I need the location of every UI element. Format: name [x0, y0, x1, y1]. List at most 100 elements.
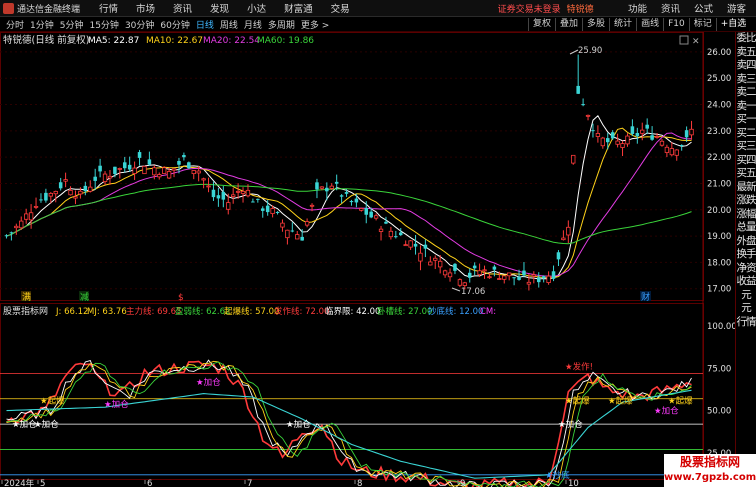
side-item[interactable]: 总量 [736, 221, 756, 235]
side-item[interactable]: 买二 [736, 127, 756, 141]
candle-body [53, 190, 58, 195]
price-tick-label: 17.00 [707, 285, 731, 295]
duogu-button[interactable]: 多股 [582, 18, 609, 31]
side-item[interactable]: 行情 [736, 316, 756, 330]
candle-body [630, 126, 635, 134]
menu-gongshi[interactable]: 公式 [694, 1, 713, 15]
candle-body [669, 148, 674, 156]
side-item[interactable]: 元 [736, 302, 756, 316]
candle-body [403, 244, 408, 247]
close-icon[interactable]: ✕ [692, 37, 700, 47]
event-marker-jian[interactable]: 减 [80, 291, 89, 303]
side-item[interactable]: 收益 [736, 275, 756, 289]
candle-body [270, 208, 275, 214]
date-tick-label: 5 [40, 479, 45, 487]
candle-body [315, 182, 319, 190]
notice-stock[interactable]: 特锐德 [567, 2, 594, 15]
menu-xiaoda[interactable]: 小达 [247, 1, 266, 15]
side-item[interactable]: 买五 [736, 167, 756, 181]
candle-body [354, 198, 359, 203]
candle-body [93, 176, 97, 181]
candle-body [546, 275, 551, 283]
candle-body [457, 279, 463, 286]
f10-button[interactable]: F10 [663, 18, 689, 31]
candle-body [507, 272, 512, 277]
fuquan-button[interactable]: 复权 [528, 18, 555, 31]
diejia-button[interactable]: 叠加 [555, 18, 582, 31]
ind-wocao-label: 卧槽线: 27.00 [377, 306, 432, 317]
date-tick-label: 8 [357, 479, 362, 487]
panel-controls[interactable]: ✕ [679, 35, 700, 47]
menu-hangqing[interactable]: 行情 [99, 1, 118, 15]
candlesticks [4, 54, 694, 291]
menu-caifutong[interactable]: 财富通 [284, 1, 313, 15]
menu-shichang[interactable]: 市场 [136, 1, 155, 15]
side-item[interactable]: 元 [736, 289, 756, 303]
side-item[interactable]: 换手 [736, 248, 756, 262]
menu-faxian[interactable]: 发现 [210, 1, 229, 15]
period-multi[interactable]: 多周期 [265, 18, 298, 31]
candle-body [423, 244, 428, 249]
candle-body [585, 114, 591, 117]
candle-body [235, 190, 241, 193]
side-item[interactable]: 涨幅 [736, 208, 756, 222]
menu-jiaoyi[interactable]: 交易 [331, 1, 350, 15]
period-monthly[interactable]: 月线 [241, 18, 265, 31]
period-more[interactable]: 更多 > [298, 18, 332, 31]
tongji-button[interactable]: 统计 [609, 18, 636, 31]
menu-zixun-right[interactable]: 资讯 [661, 1, 680, 15]
menu-zixun[interactable]: 资讯 [173, 1, 192, 15]
period-30min[interactable]: 30分钟 [122, 18, 157, 31]
side-item[interactable]: 委比 [736, 32, 756, 46]
signal-label: ★起爆 [668, 395, 693, 406]
period-60min[interactable]: 60分钟 [157, 18, 192, 31]
period-daily[interactable]: 日线 [193, 18, 217, 31]
date-tick-label: 6 [147, 479, 152, 487]
candle-body [300, 236, 304, 241]
date-tick-label: 10 [568, 479, 579, 487]
candle-body [659, 140, 665, 146]
candle-body [14, 225, 19, 229]
side-item[interactable]: 卖四 [736, 59, 756, 73]
signal-label: ★起爆 [608, 395, 633, 406]
side-item[interactable]: 净资 [736, 262, 756, 276]
menu-gongneng[interactable]: 功能 [628, 1, 647, 15]
side-item[interactable]: 卖一 [736, 100, 756, 114]
side-item[interactable]: 卖三 [736, 73, 756, 87]
side-item[interactable]: 买四 [736, 154, 756, 168]
huaxian-button[interactable]: 画线 [636, 18, 663, 31]
candle-body [147, 159, 152, 165]
main-panel-header: 特锐德(日线 前复权) MA5: 22.87 MA10: 22.67 MA20:… [3, 34, 314, 46]
period-weekly[interactable]: 周线 [217, 18, 241, 31]
ma20-line [6, 132, 692, 277]
ma60-label: MA60: 19.86 [257, 36, 314, 46]
maximize-icon[interactable] [679, 35, 689, 45]
kline-chart-area[interactable]: 特锐德(日线 前复权) MA5: 22.87 MA10: 22.67 MA20:… [0, 32, 735, 487]
candle-body [359, 208, 364, 211]
period-15min[interactable]: 15分钟 [86, 18, 121, 31]
side-item[interactable]: 最新 [736, 181, 756, 195]
candle-body [378, 228, 384, 232]
guest-user[interactable]: 游客 [727, 1, 746, 15]
site-watermark: 股票指标网 www.7gpzb.com [664, 454, 756, 487]
candle-body [394, 236, 398, 238]
side-item[interactable]: 买三 [736, 140, 756, 154]
add-favorite-button[interactable]: +自选 [715, 18, 751, 31]
period-1min[interactable]: 1分钟 [27, 18, 57, 31]
event-marker-cai[interactable]: 财 [641, 291, 650, 303]
period-5min[interactable]: 5分钟 [57, 18, 87, 31]
event-marker-man[interactable]: 满 [22, 292, 31, 303]
side-item[interactable]: 涨跌 [736, 194, 756, 208]
side-item[interactable]: 买一 [736, 113, 756, 127]
indicator-tick-label: 100.00 [707, 322, 735, 332]
candle-body [334, 181, 339, 184]
biaoji-button[interactable]: 标记 [688, 18, 716, 31]
side-item[interactable]: 卖二 [736, 86, 756, 100]
price-tick-label: 18.00 [707, 258, 731, 268]
event-marker-dollar[interactable]: $ [178, 293, 184, 303]
login-notice[interactable]: 证券交易未登录 [498, 2, 561, 15]
candle-body [295, 234, 300, 240]
period-fenshi[interactable]: 分时 [3, 18, 27, 31]
side-item[interactable]: 卖五 [736, 46, 756, 60]
side-item[interactable]: 外盘 [736, 235, 756, 249]
